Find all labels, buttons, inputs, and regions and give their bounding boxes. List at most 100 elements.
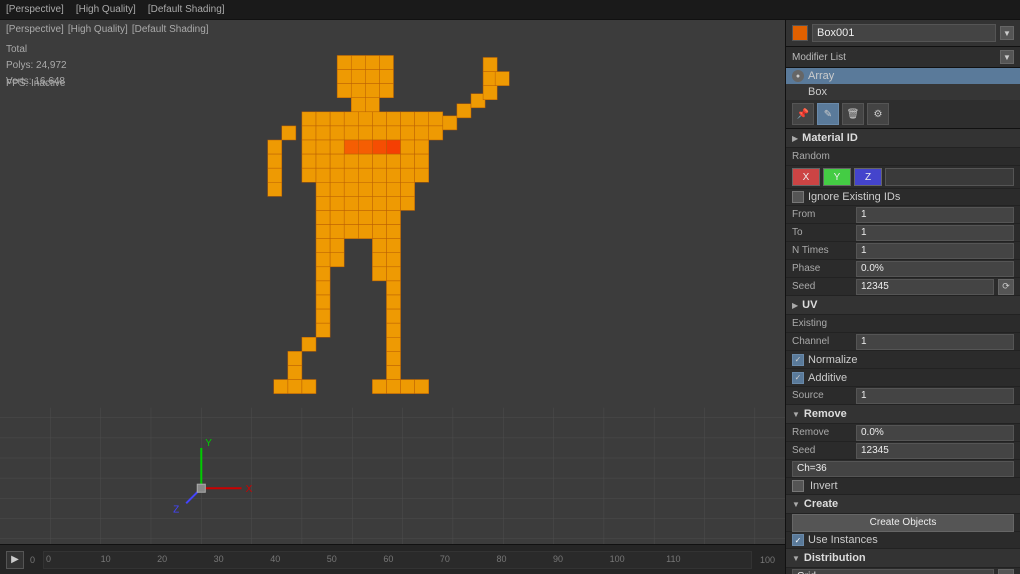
svg-text:X: X [246,484,253,495]
modifier-list-row: Modifier List ▼ [786,47,1020,68]
ignore-label: Ignore Existing IDs [808,191,900,203]
total-label: Total [6,42,67,58]
object-name-input[interactable] [812,24,996,42]
create-section-header[interactable]: ▼ Create [786,495,1020,514]
remove-val-label: Remove [792,427,852,438]
perspective-tag: [Perspective] [6,24,64,35]
ignore-checkbox[interactable] [792,191,804,203]
ch-row: Ch=36 [786,460,1020,478]
shading-label: [Default Shading] [148,4,225,15]
existing-row: Existing [786,315,1020,333]
remove-val-value[interactable]: 0.0% [856,425,1014,441]
create-objects-row: Create Objects [786,514,1020,532]
object-name-row: ▼ [786,20,1020,47]
tick-30: 30 [214,554,224,564]
viewport[interactable]: [Perspective] [High Quality] [Default Sh… [0,20,785,574]
modifier-list-dropdown[interactable]: ▼ [1000,50,1014,64]
main-area: [Perspective] [High Quality] [Default Sh… [0,20,1020,574]
seed-remove-value[interactable]: 12345 [856,443,1014,459]
seed-remove-row: Seed 12345 [786,442,1020,460]
tick-70: 70 [440,554,450,564]
to-label: To [792,227,852,238]
xyz-extra [885,168,1014,186]
use-instances-label: Use Instances [808,534,878,546]
grid-type-arrow[interactable]: ▼ [998,569,1014,574]
mod-delete-btn[interactable]: 🗑 [842,103,864,125]
remove-section-header[interactable]: ▼ Remove [786,405,1020,424]
channel-label: Channel [792,336,852,347]
xyz-buttons-row: X Y Z [786,166,1020,189]
material-id-section-header[interactable]: ▶ Material ID [786,129,1020,148]
object-options-btn[interactable]: ▼ [1000,26,1014,40]
right-panel: ▼ Modifier List ▼ ● Array Box 📌 ✎ 🗑 ⚙ ▶ … [785,20,1020,574]
uv-section-header[interactable]: ▶ UV [786,296,1020,315]
distribution-title: Distribution [804,552,866,564]
seed-matid-btn[interactable]: ⟳ [998,279,1014,295]
distribution-section-header[interactable]: ▼ Distribution [786,549,1020,568]
polys-stat: Polys: 24,972 [6,58,67,74]
tick-80: 80 [496,554,506,564]
timeline-play-btn[interactable]: ▶ [6,551,24,569]
source-value[interactable]: 1 [856,388,1014,404]
tick-110: 110 [666,554,680,564]
seed-remove-label: Seed [792,445,852,456]
eye-icon-array[interactable]: ● [792,70,804,82]
modifier-array[interactable]: ● Array [786,68,1020,84]
seed-matid-value[interactable]: 12345 [856,279,994,295]
tick-0: 0 [46,554,51,564]
channel-value[interactable]: 1 [856,334,1014,350]
remove-arrow: ▼ [792,410,800,419]
from-row: From 1 [786,206,1020,224]
additive-label: Additive [808,372,847,384]
remove-title: Remove [804,408,847,420]
viewport-header: [Perspective] [High Quality] [Default Sh… [0,20,785,38]
invert-row: Invert [786,478,1020,495]
quality-label: [High Quality] [76,4,136,15]
tick-10: 10 [101,554,111,564]
additive-checkbox[interactable]: ✓ [792,372,804,384]
modifier-list-label: Modifier List [792,52,996,63]
mod-edit-btn[interactable]: ✎ [817,103,839,125]
phase-label: Phase [792,263,852,274]
mod-settings-btn[interactable]: ⚙ [867,103,889,125]
remove-val-row: Remove 0.0% [786,424,1020,442]
phase-row: Phase 0.0% [786,260,1020,278]
source-label: Source [792,390,852,401]
scene-svg: X Y Z [0,20,785,574]
to-value[interactable]: 1 [856,225,1014,241]
n-times-value[interactable]: 1 [856,243,1014,259]
modifier-array-label: Array [808,70,834,82]
invert-checkbox[interactable] [792,480,804,492]
timeline-bar: ▶ 0 0 10 20 30 40 50 60 70 80 90 100 110… [0,544,785,574]
existing-label: Existing [792,318,852,329]
object-color-swatch[interactable] [792,25,808,41]
normalize-checkbox[interactable]: ✓ [792,354,804,366]
x-button[interactable]: X [792,168,820,186]
use-instances-checkbox[interactable]: ✓ [792,534,804,546]
svg-text:Z: Z [173,504,179,515]
z-button[interactable]: Z [854,168,882,186]
phase-value[interactable]: 0.0% [856,261,1014,277]
modifier-toolbar: 📌 ✎ 🗑 ⚙ [786,100,1020,129]
grid-type-select[interactable]: Grid [792,569,994,574]
uv-title: UV [802,299,817,311]
channel-row: Channel 1 [786,333,1020,351]
timeline-ruler[interactable]: 0 10 20 30 40 50 60 70 80 90 100 110 [43,551,752,569]
quality-tag: [High Quality] [68,24,128,35]
tick-60: 60 [383,554,393,564]
material-id-arrow: ▶ [792,134,798,143]
from-value[interactable]: 1 [856,207,1014,223]
use-instances-row: ✓ Use Instances [786,532,1020,549]
random-label: Random [792,151,852,162]
create-objects-btn[interactable]: Create Objects [792,514,1014,532]
distribution-arrow: ▼ [792,554,800,563]
create-title: Create [804,498,838,510]
mod-pin-btn[interactable]: 📌 [792,103,814,125]
invert-label: Invert [810,480,838,492]
y-button[interactable]: Y [823,168,851,186]
modifier-box-label: Box [808,86,827,98]
tick-50: 50 [327,554,337,564]
source-row: Source 1 [786,387,1020,405]
modifier-box[interactable]: Box [786,84,1020,100]
ch-value: Ch=36 [792,461,1014,477]
